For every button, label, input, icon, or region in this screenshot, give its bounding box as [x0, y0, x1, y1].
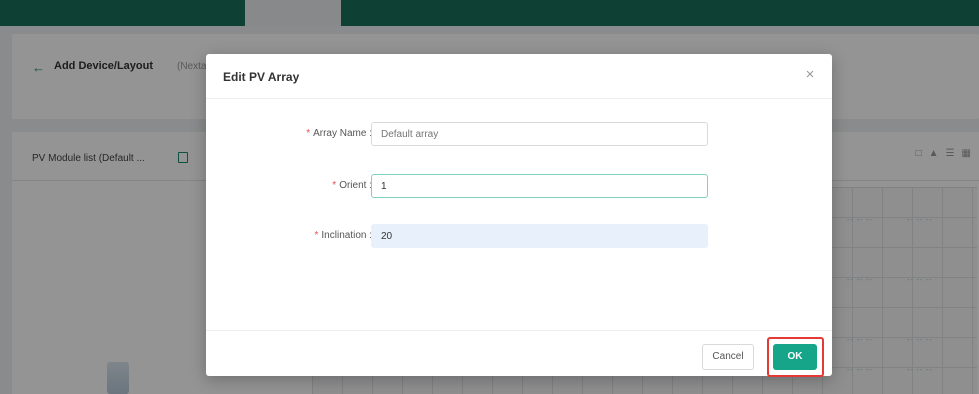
ok-button[interactable]: OK [773, 344, 817, 370]
inclination-label-text: Inclination : [321, 230, 372, 241]
array-name-label: * Array Name : [306, 128, 372, 139]
required-mark: * [306, 128, 311, 139]
orient-label: * Orient : [332, 180, 372, 191]
array-name-label-text: Array Name : [313, 128, 372, 139]
inclination-label: * Inclination : [315, 230, 373, 241]
orient-input[interactable] [371, 174, 708, 198]
array-name-row: * Array Name : [206, 122, 832, 148]
inclination-input[interactable] [371, 224, 708, 248]
array-name-input[interactable] [371, 122, 708, 146]
inclination-row: * Inclination : [206, 224, 832, 250]
dialog-title: Edit PV Array [223, 70, 300, 84]
orient-label-text: Orient : [339, 180, 372, 191]
close-icon[interactable]: × [800, 65, 820, 85]
dialog-header: Edit PV Array × [206, 54, 832, 99]
required-mark: * [314, 230, 319, 241]
cancel-button[interactable]: Cancel [702, 344, 754, 370]
required-mark: * [332, 180, 337, 191]
edit-pv-array-dialog: Edit PV Array × *Array Name : *Orient : … [206, 54, 832, 377]
orient-row: * Orient : [206, 174, 832, 200]
dialog-footer: Cancel OK [206, 330, 832, 377]
